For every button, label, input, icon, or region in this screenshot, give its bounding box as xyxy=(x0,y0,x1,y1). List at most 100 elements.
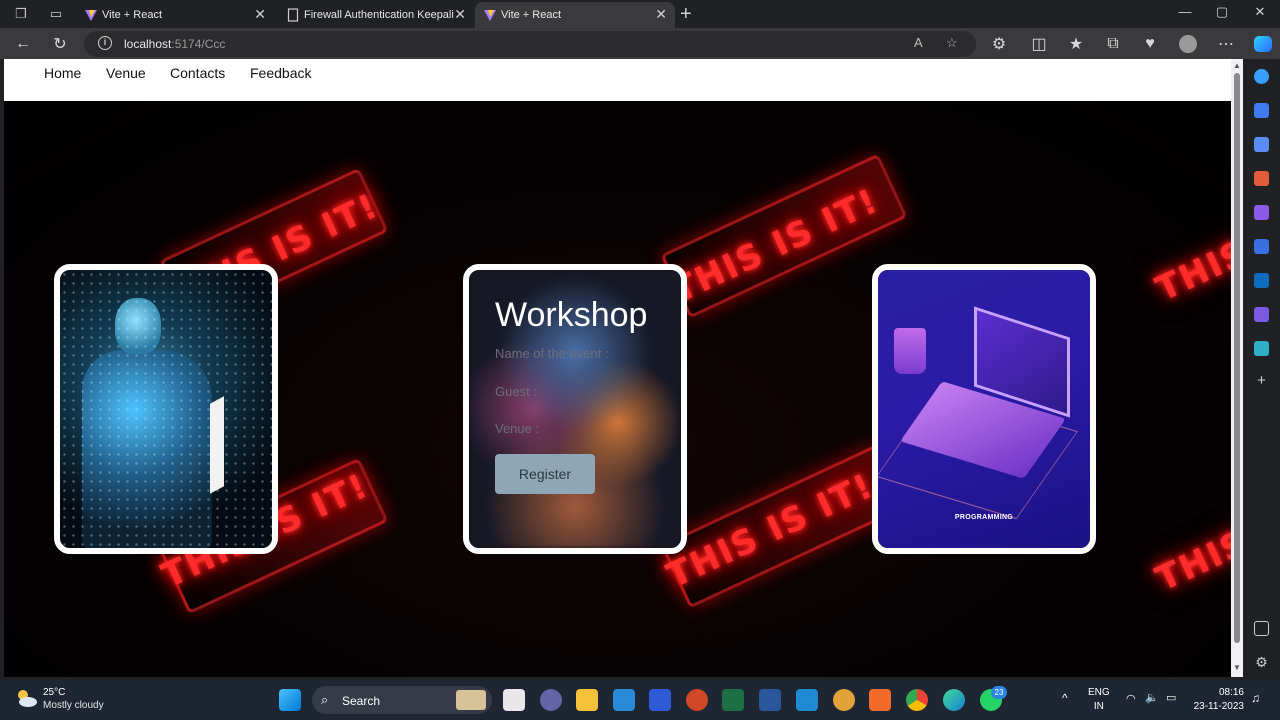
copilot-icon[interactable] xyxy=(1252,33,1274,55)
tab-title: Vite + React xyxy=(501,9,562,21)
url-host: localhost xyxy=(124,37,172,51)
extensions-icon[interactable]: ⚙ xyxy=(988,33,1010,55)
task-view-icon[interactable] xyxy=(503,689,525,711)
site-info-icon[interactable]: i xyxy=(98,36,112,50)
person-laptop-illustration xyxy=(60,270,272,548)
card-programming-image[interactable]: PROGRAMMING xyxy=(872,264,1096,554)
drop-icon[interactable] xyxy=(1254,341,1269,356)
outlook-icon[interactable] xyxy=(1254,273,1269,288)
neon-sign-text: THIS xyxy=(1150,522,1231,600)
partly-cloudy-icon xyxy=(18,690,37,707)
read-aloud-icon[interactable]: A xyxy=(914,35,923,50)
search-icon[interactable] xyxy=(1254,103,1269,118)
favorites-icon[interactable]: ★ xyxy=(1065,33,1087,55)
guest-label: Guest : xyxy=(495,384,537,399)
particle-overlay xyxy=(60,270,272,548)
battery-icon[interactable]: ▭ xyxy=(1166,691,1176,705)
weather-temperature[interactable]: 25°C xyxy=(43,687,65,698)
tab-vite-react-1[interactable]: Vite + React ✕ xyxy=(76,2,274,28)
page-viewport: Home Venue Contacts Feedback THIS IS IT!… xyxy=(4,59,1231,677)
edge-icon[interactable] xyxy=(943,689,965,711)
minimize-button[interactable]: — xyxy=(1170,4,1200,19)
back-arrow-icon[interactable]: ← xyxy=(12,33,34,55)
designer-icon[interactable] xyxy=(1254,307,1269,322)
taskbar-search[interactable]: ⌕ Search xyxy=(312,686,492,714)
close-tab-icon[interactable]: ✕ xyxy=(454,6,466,23)
wifi-icon[interactable]: ◠ xyxy=(1126,692,1136,706)
excel-icon[interactable] xyxy=(722,689,744,711)
scrollbar-thumb[interactable] xyxy=(1234,73,1240,643)
games-icon[interactable] xyxy=(1254,205,1269,220)
language-code: ENG xyxy=(1088,687,1110,698)
collections-icon[interactable]: ⧉ xyxy=(1102,33,1124,55)
browser-toolbar: ← ↻ i localhost:5174/Ccc A ☆ ⚙ ◫ ★ ⧉ ♥ ⋯ xyxy=(0,28,1280,59)
performance-icon[interactable]: ♥ xyxy=(1139,33,1161,55)
vite-favicon-icon xyxy=(85,10,97,21)
tools-briefcase-icon[interactable] xyxy=(1254,171,1269,186)
volume-muted-icon[interactable]: 🔈 xyxy=(1145,691,1159,705)
maximize-button[interactable]: ▢ xyxy=(1207,4,1237,20)
neon-sign-text: THIS xyxy=(1150,232,1231,310)
word-icon[interactable] xyxy=(759,689,781,711)
chrome-canary-icon[interactable] xyxy=(833,689,855,711)
url-text[interactable]: localhost:5174/Ccc xyxy=(124,37,225,51)
tab-vite-react-active[interactable]: Vite + React ✕ xyxy=(475,2,675,28)
sidebar-toggle-icon[interactable] xyxy=(1254,621,1269,636)
tab-actions-icon[interactable]: ▭ xyxy=(47,5,65,23)
card-ai-person-image[interactable] xyxy=(54,264,278,554)
programming-caption: PROGRAMMING xyxy=(954,514,1014,521)
bluej-icon[interactable] xyxy=(649,689,671,711)
notification-bell-icon[interactable]: ♫ xyxy=(1251,691,1260,705)
document-favicon-icon xyxy=(287,8,299,22)
close-tab-icon[interactable]: ✕ xyxy=(254,6,266,23)
nav-feedback[interactable]: Feedback xyxy=(250,65,311,81)
add-sidebar-app-icon[interactable]: + xyxy=(1254,373,1269,388)
venue-label: Venue : xyxy=(495,421,540,436)
nav-home[interactable]: Home xyxy=(44,65,81,81)
clock-time: 08:16 xyxy=(1218,687,1244,698)
powerpoint-icon[interactable] xyxy=(686,689,708,711)
event-name-label: Name of the event : xyxy=(495,346,609,361)
profile-avatar-icon[interactable] xyxy=(1177,33,1199,55)
windows-taskbar: 25°C Mostly cloudy ⌕ Search 23 ^ ENG IN … xyxy=(0,680,1280,720)
show-hidden-icons-chevron-icon[interactable]: ^ xyxy=(1062,691,1068,705)
vscode-icon[interactable] xyxy=(796,689,818,711)
split-screen-icon[interactable]: ◫ xyxy=(1028,33,1050,55)
edge-sidebar: + ⚙ xyxy=(1243,59,1280,679)
file-explorer-icon[interactable] xyxy=(576,689,598,711)
chrome-icon[interactable] xyxy=(906,689,928,711)
nav-contacts[interactable]: Contacts xyxy=(170,65,225,81)
scroll-up-icon[interactable]: ▲ xyxy=(1233,61,1241,70)
vite-favicon-icon xyxy=(484,10,496,21)
nav-venue[interactable]: Venue xyxy=(106,65,146,81)
tab-title: Vite + React xyxy=(102,9,163,21)
scroll-down-icon[interactable]: ▼ xyxy=(1233,663,1241,672)
language-region: IN xyxy=(1093,701,1104,712)
form-title: Workshop xyxy=(495,296,648,334)
mail-icon[interactable] xyxy=(613,689,635,711)
xampp-icon[interactable] xyxy=(869,689,891,711)
sidebar-settings-gear-icon[interactable]: ⚙ xyxy=(1254,655,1269,670)
microsoft-365-icon[interactable] xyxy=(1254,239,1269,254)
url-path: :5174/Ccc xyxy=(171,37,226,51)
favorite-star-icon[interactable]: ☆ xyxy=(946,35,958,51)
clock[interactable]: 08:16 23-11-2023 xyxy=(1190,686,1244,714)
notifications-bell-icon[interactable] xyxy=(1254,69,1269,84)
browser-tab-strip: ❐ ▭ Vite + React ✕ Firewall Authenticati… xyxy=(0,0,1280,28)
refresh-icon[interactable]: ↻ xyxy=(49,33,71,55)
coffee-cup-shape xyxy=(894,328,926,374)
tab-firewall-auth[interactable]: Firewall Authentication Keepaliv ✕ xyxy=(278,2,474,28)
address-bar[interactable]: i localhost:5174/Ccc A ☆ xyxy=(84,31,976,57)
page-scrollbar[interactable]: ▲ ▼ xyxy=(1231,59,1243,677)
workspaces-icon[interactable]: ❐ xyxy=(12,5,30,23)
close-window-button[interactable]: ✕ xyxy=(1245,4,1275,20)
language-indicator[interactable]: ENG IN xyxy=(1088,686,1110,714)
more-menu-icon[interactable]: ⋯ xyxy=(1215,33,1237,55)
register-button[interactable]: Register xyxy=(495,454,595,494)
windows-start-icon[interactable] xyxy=(279,689,301,711)
shopping-tag-icon[interactable] xyxy=(1254,137,1269,152)
new-tab-button[interactable]: + xyxy=(680,3,692,26)
close-tab-icon[interactable]: ✕ xyxy=(655,6,667,23)
weather-description[interactable]: Mostly cloudy xyxy=(43,700,104,711)
teams-chat-icon[interactable] xyxy=(540,689,562,711)
